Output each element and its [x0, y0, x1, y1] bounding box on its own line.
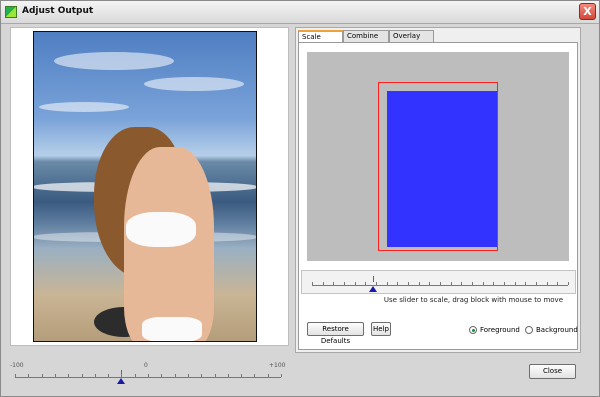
image-preview-frame — [10, 27, 289, 346]
adjust-slider-tick — [268, 374, 269, 377]
tab-overlay[interactable]: Overlay — [389, 30, 434, 42]
background-outline — [378, 82, 498, 251]
scale-slider[interactable] — [301, 270, 576, 294]
adjust-slider-tick — [215, 374, 216, 377]
scale-slider-tick — [312, 282, 313, 285]
adjust-output-window: Adjust Output X Scale Combine Overlay Us… — [0, 0, 600, 397]
adjust-slider[interactable]: -100 0 +100 — [10, 362, 286, 392]
adjust-slider-tick — [55, 374, 56, 377]
scale-slider-tick — [525, 282, 526, 285]
adjust-slider-tick — [121, 374, 122, 377]
adjust-slider-tick — [241, 374, 242, 377]
background-label: Background — [536, 326, 578, 334]
scale-slider-tick — [504, 282, 505, 285]
scale-slider-tick — [440, 282, 441, 285]
close-button[interactable]: Close — [529, 364, 576, 379]
scale-slider-tick — [451, 282, 452, 285]
scale-slider-tick — [323, 282, 324, 285]
preview-image — [33, 31, 257, 342]
adjust-slider-tick — [108, 374, 109, 377]
window-title: Adjust Output — [22, 6, 94, 16]
scale-slider-tick — [568, 282, 569, 285]
foreground-radio[interactable] — [469, 326, 477, 334]
scale-slider-tick — [515, 282, 516, 285]
adjust-slider-tick — [201, 374, 202, 377]
background-radio[interactable] — [525, 326, 533, 334]
scale-slider-tick — [472, 282, 473, 285]
scale-slider-tick — [557, 282, 558, 285]
scale-slider-tick — [376, 282, 377, 285]
scale-slider-tick — [536, 282, 537, 285]
scale-slider-tick — [365, 282, 366, 285]
scale-slider-tick — [355, 282, 356, 285]
adjust-slider-tick — [254, 374, 255, 377]
app-icon — [5, 6, 17, 18]
scale-slider-tick — [333, 282, 334, 285]
scale-slider-tick — [461, 282, 462, 285]
scale-slider-tick — [493, 282, 494, 285]
slider-max-label: +100 — [269, 362, 286, 369]
adjust-slider-tick — [188, 374, 189, 377]
scale-slider-tick — [397, 282, 398, 285]
scale-hint-text: Use slider to scale, drag block with mou… — [383, 296, 563, 304]
help-button[interactable]: Help — [371, 322, 391, 336]
scale-slider-tick — [419, 282, 420, 285]
adjust-slider-tick — [228, 374, 229, 377]
scale-slider-tick — [408, 282, 409, 285]
adjust-slider-tick — [161, 374, 162, 377]
scale-slider-track — [312, 285, 568, 286]
adjust-slider-tick — [82, 374, 83, 377]
adjust-slider-tick — [68, 374, 69, 377]
scale-tab-content: Use slider to scale, drag block with mou… — [298, 42, 578, 350]
scale-canvas — [307, 52, 569, 261]
scale-slider-thumb[interactable] — [369, 286, 378, 292]
adjust-slider-tick — [95, 374, 96, 377]
scale-slider-tick — [429, 282, 430, 285]
adjust-slider-tick — [15, 374, 16, 377]
slider-min-label: -100 — [10, 362, 24, 369]
adjust-slider-tick — [175, 374, 176, 377]
restore-defaults-button[interactable]: Restore Defaults — [307, 322, 364, 345]
scale-slider-tick — [483, 282, 484, 285]
scale-slider-tick — [387, 282, 388, 285]
slider-mid-label: 0 — [144, 362, 148, 369]
adjust-slider-track — [15, 377, 281, 378]
adjust-slider-thumb[interactable] — [117, 378, 126, 384]
scale-default-marker — [373, 276, 375, 282]
foreground-label: Foreground — [480, 326, 520, 334]
scale-slider-tick — [344, 282, 345, 285]
adjust-slider-tick — [28, 374, 29, 377]
adjust-slider-tick — [281, 374, 282, 377]
options-panel: Scale Combine Overlay Use slider to scal… — [295, 27, 581, 353]
title-bar: Adjust Output X — [1, 1, 599, 24]
scale-slider-tick — [547, 282, 548, 285]
tab-combine[interactable]: Combine — [343, 30, 389, 42]
adjust-slider-tick — [135, 374, 136, 377]
adjust-slider-tick — [42, 374, 43, 377]
adjust-slider-tick — [148, 374, 149, 377]
window-close-icon[interactable]: X — [579, 3, 596, 20]
